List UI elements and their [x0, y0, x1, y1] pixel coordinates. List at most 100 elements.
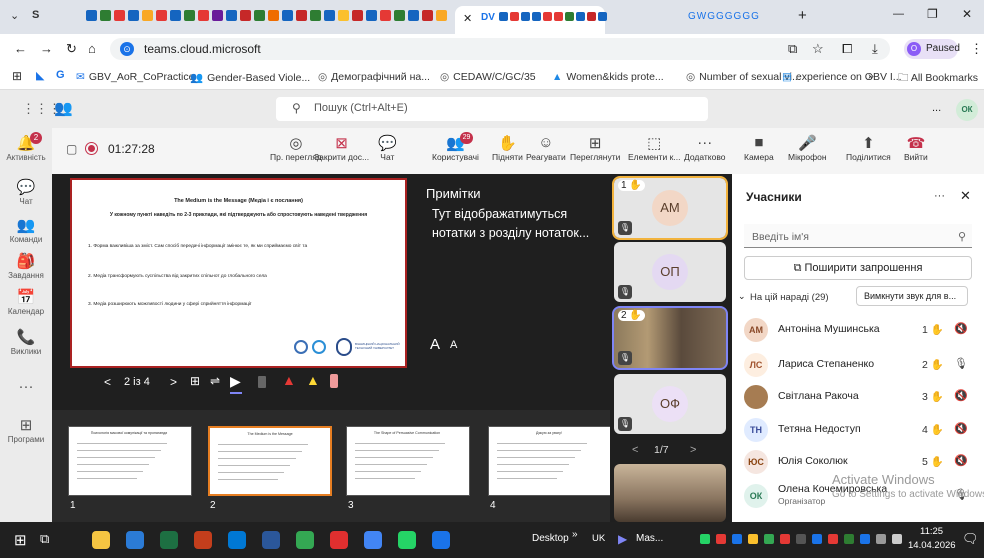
chrome-3-icon[interactable]: [432, 531, 450, 549]
tiles-next-button[interactable]: >: [690, 444, 696, 456]
tab-favicon-icon[interactable]: [510, 12, 519, 21]
tray-icon[interactable]: [812, 534, 822, 544]
powerpoint-icon[interactable]: [194, 531, 212, 549]
self-video-tile[interactable]: [614, 464, 726, 522]
home-icon[interactable]: ⌂: [88, 41, 96, 56]
tab-favicon-icon[interactable]: [532, 12, 541, 21]
rail-bell[interactable]: 🔔 Активність 2: [0, 132, 52, 162]
tab-favicon-icon[interactable]: [226, 10, 237, 21]
share-button[interactable]: ⬆ Поділитися: [846, 134, 891, 162]
minimize-button[interactable]: —: [893, 8, 904, 20]
word-icon[interactable]: [262, 531, 280, 549]
meeting-taskbar-label[interactable]: Mas...: [636, 533, 663, 544]
slide-thumbnail[interactable]: The Medium is the Message: [208, 426, 332, 496]
task-view-icon[interactable]: ⧉: [40, 531, 49, 547]
tray-icon[interactable]: [796, 534, 806, 544]
slide-thumbnail[interactable]: Дякую за увагу!: [488, 426, 612, 496]
rail-more[interactable]: ···: [0, 378, 52, 396]
tab-favicon-icon[interactable]: [170, 10, 181, 21]
tab-favicon-icon[interactable]: [499, 12, 508, 21]
close-share-button[interactable]: ⊠ Закрити дос...: [314, 134, 369, 162]
grid-view-icon[interactable]: ⊞: [190, 374, 200, 388]
tab-favicon-icon[interactable]: [240, 10, 251, 21]
language-indicator[interactable]: UK: [592, 533, 605, 544]
tray-icon[interactable]: [700, 534, 710, 544]
tab-favicon-icon[interactable]: [366, 10, 377, 21]
tab-favicon-icon[interactable]: [184, 10, 195, 21]
pen-red-icon[interactable]: ▲: [282, 372, 296, 388]
bookmarks-more-button[interactable]: »: [868, 70, 874, 82]
maximize-button[interactable]: ❐: [927, 7, 938, 21]
tab-favicon-icon[interactable]: [128, 10, 139, 21]
tab-favicon-icon[interactable]: [422, 10, 433, 21]
elements-button[interactable]: ⬚ Елементи к...: [628, 134, 680, 162]
tab-favicon-icon[interactable]: [296, 10, 307, 21]
close-window-button[interactable]: ✕: [962, 7, 972, 21]
bookmark-star-icon[interactable]: ☆: [812, 41, 824, 57]
forward-icon[interactable]: →: [40, 41, 53, 56]
people-search-input[interactable]: Введіть ім'я ⚲: [744, 224, 972, 248]
download-icon[interactable]: ⤓: [872, 41, 878, 57]
tab-favicon-icon[interactable]: [142, 10, 153, 21]
font-decrease-button[interactable]: A: [450, 339, 457, 351]
rail-calendar[interactable]: 📅 Календар: [0, 288, 52, 316]
browser-menu-icon[interactable]: ⋮: [970, 41, 983, 57]
participant-row[interactable]: ТН Тетяна Недоступ 4 ✋ 🔇: [740, 414, 978, 444]
apps-grid-icon[interactable]: ⊞: [12, 69, 22, 83]
close-panel-icon[interactable]: ✕: [960, 188, 971, 204]
participant-row[interactable]: ЛС Лариса Степаненко 2 ✋ 🎙: [740, 349, 978, 379]
tab-favicon-icon[interactable]: [436, 10, 447, 21]
skype-icon[interactable]: [228, 531, 246, 549]
meeting-taskbar-icon[interactable]: ▶: [618, 532, 627, 546]
new-tab-button[interactable]: +: [798, 7, 807, 24]
mic-muted-icon[interactable]: 🔇: [954, 422, 968, 435]
raise-hand-button[interactable]: ✋ Підняти: [492, 134, 523, 162]
tab-group-letters[interactable]: GWGGGGGG: [688, 11, 760, 22]
tray-icon[interactable]: [828, 534, 838, 544]
font-increase-button[interactable]: A: [430, 336, 440, 353]
search-input[interactable]: ⚲ Пошук (Ctrl+Alt+E): [276, 97, 708, 121]
file-explorer-icon[interactable]: [92, 531, 110, 549]
tab-favicon-icon[interactable]: [352, 10, 363, 21]
clock-date[interactable]: 14.04.2026: [908, 540, 956, 551]
tray-icon[interactable]: [716, 534, 726, 544]
tab-favicon-icon[interactable]: [338, 10, 349, 21]
bookmark-item[interactable]: ◎ Демографічний на...: [318, 71, 430, 83]
prev-slide-button[interactable]: <: [104, 375, 111, 389]
share-invite-button[interactable]: ⧉ Поширити запрошення: [744, 256, 972, 280]
desktop-label[interactable]: Desktop: [532, 533, 569, 544]
profile-paused-button[interactable]: O Paused: [904, 39, 960, 59]
leave-button[interactable]: ☎ Вийти: [904, 134, 928, 162]
tab-favicon-icon[interactable]: [212, 10, 223, 21]
tray-icon[interactable]: [748, 534, 758, 544]
acrobat-icon[interactable]: [330, 531, 348, 549]
rail-assignments[interactable]: 🎒 Завдання: [0, 252, 52, 280]
eraser-icon[interactable]: [258, 376, 266, 388]
pointer-icon[interactable]: ▶: [230, 373, 241, 390]
pinned-tab-icon[interactable]: S: [32, 9, 39, 21]
tray-icon[interactable]: [780, 534, 790, 544]
desktop-chevron[interactable]: »: [572, 529, 578, 540]
tab-close-icon[interactable]: ✕: [463, 12, 472, 25]
excel-icon[interactable]: [160, 531, 178, 549]
whatsapp-icon[interactable]: [398, 531, 416, 549]
bookmark-item[interactable]: 👥 Gender-Based Viole...: [190, 71, 310, 84]
bookmark-icon-1[interactable]: ◣: [36, 69, 44, 82]
tab-favicon-icon[interactable]: [100, 10, 111, 21]
store-icon[interactable]: [126, 531, 144, 549]
participant-tile[interactable]: ОФ 🎙: [614, 374, 726, 434]
tab-favicon-icon[interactable]: [254, 10, 265, 21]
chrome-2-icon[interactable]: [364, 531, 382, 549]
mic-button[interactable]: 🎤 Мікрофон: [788, 134, 827, 162]
tab-favicon-icon[interactable]: [587, 12, 596, 21]
tab-favicon-icon[interactable]: [408, 10, 419, 21]
notifications-icon[interactable]: 🗨: [962, 531, 979, 547]
clock-time[interactable]: 11:25: [920, 526, 943, 537]
all-bookmarks-button[interactable]: 🗀 All Bookmarks: [898, 70, 978, 88]
rail-teams[interactable]: 👥 Команди: [0, 216, 52, 244]
back-icon[interactable]: ←: [14, 41, 27, 56]
tab-favicon-icon[interactable]: [268, 10, 279, 21]
active-tab[interactable]: ✕ DV: [455, 6, 607, 34]
chrome-icon[interactable]: [296, 531, 314, 549]
bookmark-icon-2[interactable]: G: [56, 69, 65, 81]
